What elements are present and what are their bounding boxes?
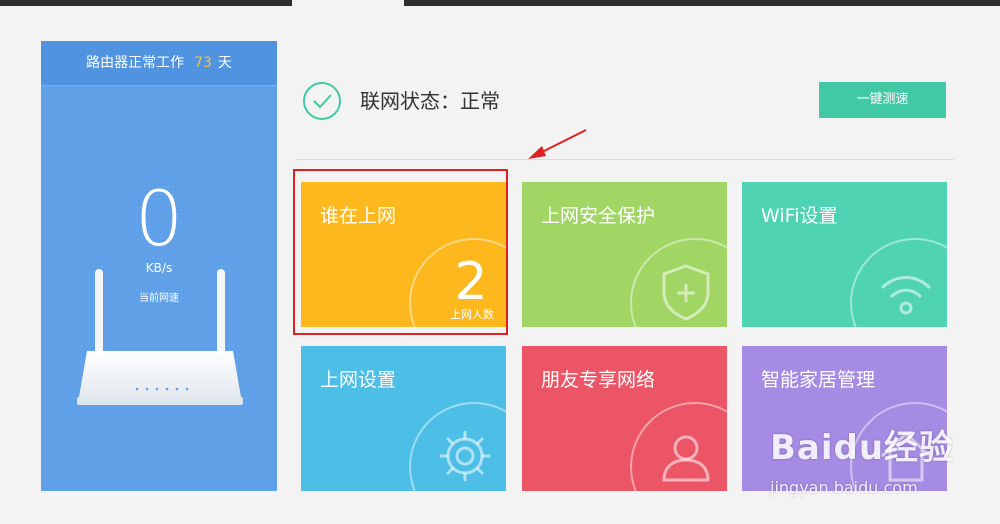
tile-circle xyxy=(630,238,727,327)
tile-internet-settings[interactable]: 上网设置 xyxy=(301,346,506,491)
gear-icon xyxy=(440,431,490,481)
tile-security-protection[interactable]: 上网安全保护 xyxy=(522,182,727,327)
tile-friends-network[interactable]: 朋友专享网络 xyxy=(522,346,727,491)
uptime-days: 73 xyxy=(194,55,212,71)
top-bar-active-tab[interactable] xyxy=(292,0,404,6)
watermark-brand: Baidu经验 xyxy=(770,428,955,468)
check-circle-icon xyxy=(303,82,341,120)
tile-title: 上网设置 xyxy=(320,369,397,391)
annotation-highlight-box xyxy=(293,169,508,335)
router-status-panel: 路由器正常工作 73 天 0 KB/s 当前网速 xyxy=(41,41,277,491)
shield-plus-icon xyxy=(662,264,710,321)
annotation-arrow xyxy=(528,129,587,159)
tile-circle xyxy=(409,402,506,491)
baidu-watermark: Baidu经验 jingyan.baidu.com xyxy=(770,420,960,500)
tile-title: 智能家居管理 xyxy=(761,369,876,391)
tile-title: 上网安全保护 xyxy=(541,205,656,227)
divider xyxy=(296,159,954,160)
uptime-suffix: 天 xyxy=(217,55,232,71)
router-illustration xyxy=(77,269,243,405)
tile-circle xyxy=(630,402,727,491)
tile-wifi-settings[interactable]: WiFi设置 xyxy=(742,182,947,327)
uptime-prefix: 路由器正常工作 xyxy=(86,55,185,71)
speed-test-button[interactable]: 一键测速 xyxy=(819,82,946,118)
uptime-bar: 路由器正常工作 73 天 xyxy=(41,41,277,86)
wifi-icon xyxy=(880,276,932,315)
tile-circle xyxy=(850,238,947,327)
user-icon xyxy=(662,435,710,482)
tile-title: WiFi设置 xyxy=(761,205,838,227)
current-speed-value: 0 xyxy=(134,174,184,263)
network-status: 联网状态：正常 xyxy=(360,89,500,113)
top-bar xyxy=(0,0,1000,6)
watermark-url: jingyan.baidu.com xyxy=(770,478,918,497)
tile-title: 朋友专享网络 xyxy=(541,369,656,391)
